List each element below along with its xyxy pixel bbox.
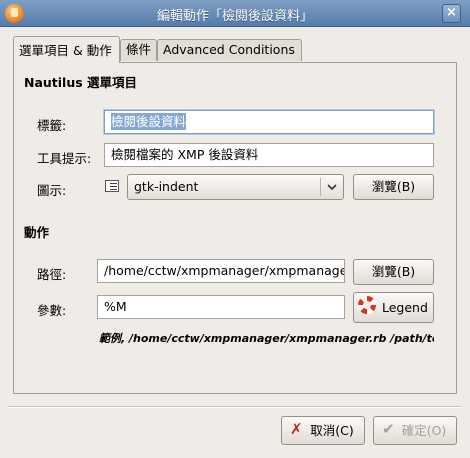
- legend-button-label: Legend: [382, 300, 428, 315]
- cancel-button[interactable]: ✗ 取消(C): [281, 416, 365, 445]
- example-text: 範例, /home/cctw/xmpmanager/xmpmanager.rb …: [99, 332, 434, 345]
- divider: [8, 406, 462, 408]
- icon-field-label: 圖示:: [37, 183, 67, 198]
- indent-icon: [105, 180, 119, 192]
- tooltip-field-label: 工具提示:: [37, 151, 92, 166]
- path-browse-button[interactable]: 瀏覽(B): [353, 259, 434, 285]
- path-field-label: 路徑:: [37, 267, 67, 282]
- path-input[interactable]: /home/cctw/xmpmanager/xmpmanager.rb: [97, 259, 345, 283]
- title-bar[interactable]: 編輯動作「檢閱後設資料」 ×: [0, 0, 470, 27]
- ok-button[interactable]: ✔ 確定(O): [373, 416, 457, 445]
- window-title: 編輯動作「檢閱後設資料」: [156, 9, 313, 24]
- dialog-window: 編輯動作「檢閱後設資料」 × 選單項目 & 動作 條件 Advanced Con…: [0, 0, 470, 458]
- action-section-heading: 動作: [24, 225, 50, 240]
- tab-advanced-conditions[interactable]: Advanced Conditions: [157, 39, 302, 61]
- label-field-label: 標籤:: [37, 118, 67, 133]
- tab-menu-item-action[interactable]: 選單項目 & 動作: [13, 36, 120, 63]
- cancel-x-icon: ✗: [290, 420, 303, 438]
- icon-browse-button[interactable]: 瀏覽(B): [353, 174, 434, 200]
- lifebuoy-icon: [358, 296, 376, 314]
- label-input-value: 檢閱後設資料: [111, 113, 187, 130]
- icon-combo-value: gtk-indent: [134, 179, 199, 194]
- tab-conditions[interactable]: 條件: [120, 39, 157, 61]
- close-icon[interactable]: ×: [442, 4, 461, 23]
- params-input[interactable]: %M: [97, 295, 345, 319]
- ok-button-label: 確定(O): [401, 423, 447, 438]
- legend-button[interactable]: Legend: [353, 292, 434, 323]
- menu-section-heading: Nautilus 選單項目: [24, 75, 138, 90]
- tooltip-input[interactable]: 檢閱檔案的 XMP 後設資料: [104, 143, 434, 167]
- cancel-button-label: 取消(C): [310, 423, 354, 438]
- check-icon: ✔: [382, 420, 395, 438]
- chevron-down-icon: [327, 184, 337, 191]
- label-input[interactable]: 檢閱後設資料: [104, 110, 434, 134]
- icon-combo[interactable]: gtk-indent: [127, 174, 344, 200]
- params-field-label: 參數:: [37, 303, 67, 318]
